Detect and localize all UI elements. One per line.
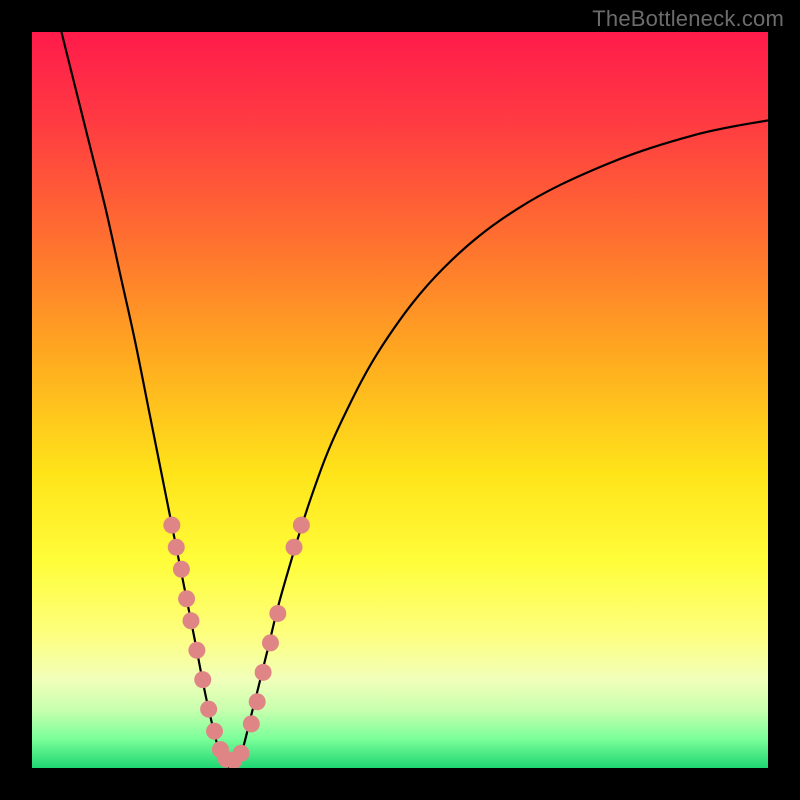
data-marker (173, 561, 190, 578)
curve-markers (163, 517, 310, 768)
data-marker (249, 693, 266, 710)
data-marker (163, 517, 180, 534)
data-marker (188, 642, 205, 659)
chart-frame: TheBottleneck.com (0, 0, 800, 800)
data-marker (286, 539, 303, 556)
data-marker (233, 745, 250, 762)
data-marker (293, 517, 310, 534)
data-marker (269, 605, 286, 622)
data-marker (262, 634, 279, 651)
data-marker (168, 539, 185, 556)
data-marker (182, 612, 199, 629)
data-marker (243, 715, 260, 732)
data-marker (194, 671, 211, 688)
data-marker (200, 701, 217, 718)
data-marker (206, 723, 223, 740)
curve-path (61, 32, 768, 768)
plot-area (32, 32, 768, 768)
watermark-label: TheBottleneck.com (592, 6, 784, 32)
data-marker (178, 590, 195, 607)
data-marker (255, 664, 272, 681)
bottleneck-curve (32, 32, 768, 768)
